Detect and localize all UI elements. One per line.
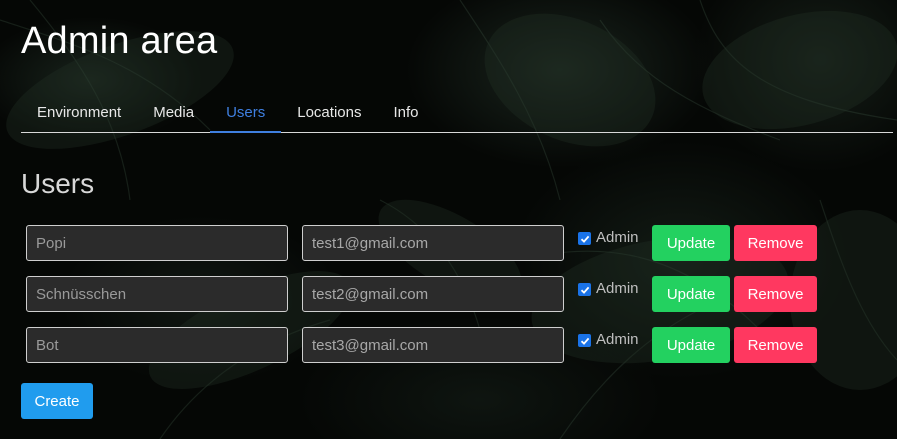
update-button[interactable]: Update: [652, 327, 730, 363]
user-row: Admin Update Remove: [26, 327, 826, 363]
check-icon: [580, 337, 589, 345]
update-button[interactable]: Update: [652, 225, 730, 261]
user-email-input[interactable]: [302, 225, 564, 261]
tab-users[interactable]: Users: [210, 94, 282, 133]
remove-button[interactable]: Remove: [734, 276, 817, 312]
tab-media[interactable]: Media: [137, 94, 210, 133]
tab-info[interactable]: Info: [377, 94, 434, 133]
user-email-input[interactable]: [302, 327, 564, 363]
admin-checkbox[interactable]: [578, 334, 591, 347]
check-icon: [580, 235, 589, 243]
admin-label: Admin: [596, 331, 639, 348]
admin-toggle[interactable]: Admin: [578, 280, 639, 297]
tab-environment[interactable]: Environment: [21, 94, 137, 133]
admin-label: Admin: [596, 229, 639, 246]
remove-button[interactable]: Remove: [734, 327, 817, 363]
admin-toggle[interactable]: Admin: [578, 229, 639, 246]
create-button[interactable]: Create: [21, 383, 93, 419]
user-name-input[interactable]: [26, 276, 288, 312]
admin-tabs: Environment Media Users Locations Info: [21, 94, 893, 133]
section-title: Users: [21, 168, 95, 199]
user-name-input[interactable]: [26, 225, 288, 261]
check-icon: [580, 286, 589, 294]
admin-checkbox[interactable]: [578, 283, 591, 296]
user-row: Admin Update Remove: [26, 276, 826, 312]
admin-checkbox[interactable]: [578, 232, 591, 245]
remove-button[interactable]: Remove: [734, 225, 817, 261]
user-row: Admin Update Remove: [26, 225, 826, 261]
page-title: Admin area: [21, 20, 218, 62]
tab-locations[interactable]: Locations: [281, 94, 377, 133]
update-button[interactable]: Update: [652, 276, 730, 312]
admin-toggle[interactable]: Admin: [578, 331, 639, 348]
leaf-background: [0, 0, 897, 439]
user-email-input[interactable]: [302, 276, 564, 312]
admin-label: Admin: [596, 280, 639, 297]
user-name-input[interactable]: [26, 327, 288, 363]
